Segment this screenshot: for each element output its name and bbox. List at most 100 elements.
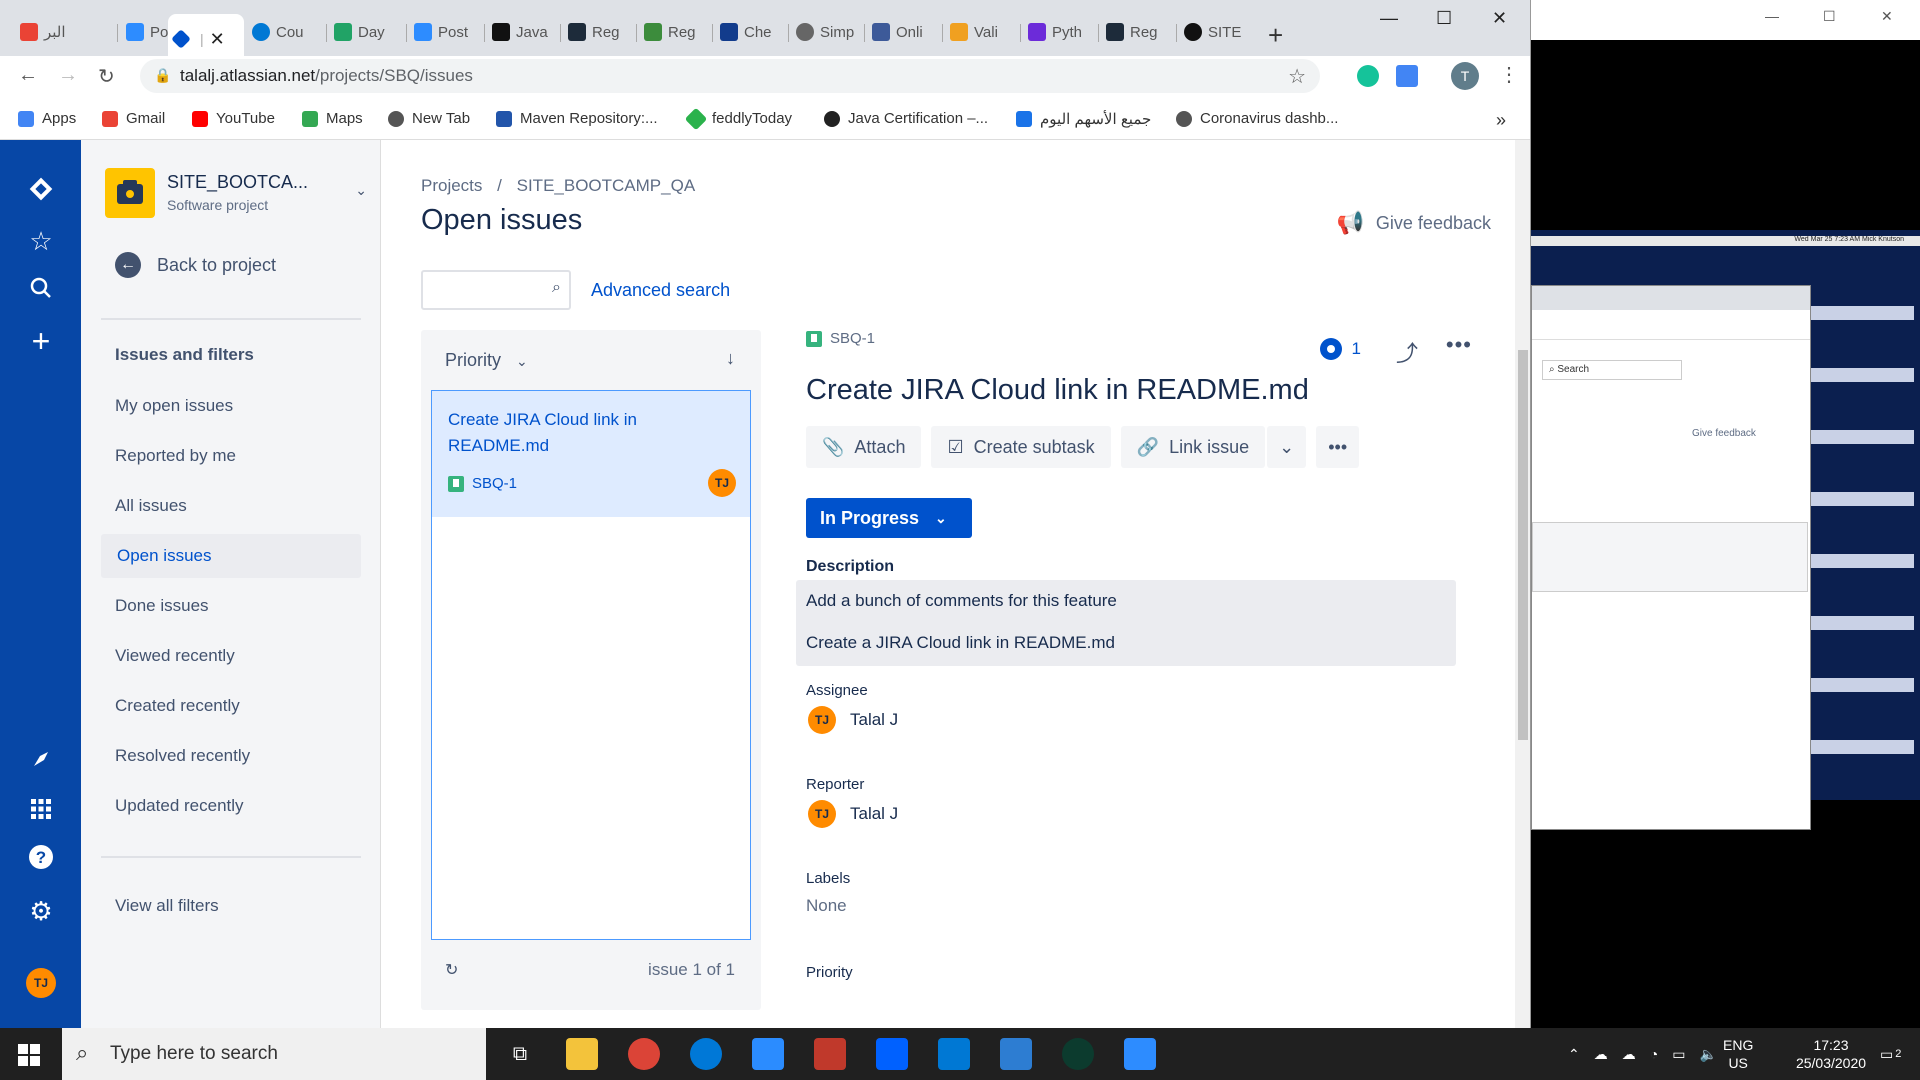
attach-button[interactable]: 📎 Attach [806, 426, 922, 468]
windows-start-icon[interactable] [18, 1044, 40, 1066]
tab-8[interactable]: Reg [562, 14, 638, 50]
create-subtask-button[interactable]: ☑ Create subtask [931, 426, 1111, 468]
link-issue-dropdown[interactable]: ⌄ [1267, 426, 1307, 468]
filter-reported-by-me[interactable]: Reported by me [115, 446, 236, 466]
cloud-icon[interactable]: ☁ [1594, 1046, 1608, 1063]
language-indicator[interactable]: ENG US [1723, 1028, 1753, 1080]
new-tab-icon[interactable]: + [1268, 20, 1283, 51]
settings-gear-icon[interactable]: ⚙ [24, 894, 58, 928]
tab-4[interactable]: Cou [246, 14, 326, 50]
chevron-up-icon[interactable]: ⌃ [1568, 1046, 1580, 1063]
help-icon[interactable]: ? [24, 844, 58, 878]
mail-icon[interactable] [938, 1038, 970, 1070]
filter-resolved-recently[interactable]: Resolved recently [115, 746, 250, 766]
tab-13[interactable]: Vali [944, 14, 1020, 50]
grammarly-icon[interactable] [1357, 65, 1379, 87]
filter-all-issues[interactable]: All issues [115, 496, 187, 516]
wifi-icon[interactable]: ◔ [1650, 1046, 1658, 1062]
scrollbar-thumb[interactable] [1518, 350, 1528, 740]
volume-icon[interactable]: 🔈 [1699, 1046, 1716, 1063]
status-dropdown[interactable]: In Progress ⌄ [806, 498, 972, 538]
file-explorer-icon[interactable] [566, 1038, 598, 1070]
star-icon[interactable]: ☆ [24, 224, 58, 258]
issue-key-link[interactable]: SBQ-1 [806, 330, 875, 347]
issue-card[interactable]: Create JIRA Cloud link in README.md SBQ-… [432, 391, 750, 517]
chevron-down-icon[interactable]: ⌄ [355, 182, 367, 199]
remote-search-input[interactable]: ⌕ Search [1542, 360, 1682, 380]
view-all-filters-link[interactable]: View all filters [115, 896, 219, 916]
more-issue-actions-button[interactable]: ••• [1316, 426, 1360, 468]
search-icon[interactable] [24, 274, 58, 308]
battery-icon[interactable]: ▭ [1672, 1046, 1685, 1063]
profile-avatar[interactable]: T [1451, 62, 1479, 90]
vscode-icon[interactable] [752, 1038, 784, 1070]
filter-my-open-issues[interactable]: My open issues [115, 396, 233, 416]
bookmark-feddly[interactable]: feddlyToday [684, 107, 792, 130]
zoom-icon[interactable] [1124, 1038, 1156, 1070]
share-icon[interactable]: ⤴ [1396, 336, 1418, 368]
rocket-icon[interactable] [24, 744, 58, 778]
assignee-field[interactable]: TJ Talal J [808, 706, 898, 734]
edge-icon[interactable] [690, 1038, 722, 1070]
sort-dropdown[interactable]: Priority ⌄ [445, 350, 528, 371]
project-header[interactable]: SITE_BOOTCA... Software project ⌄ [105, 168, 375, 218]
minimize-icon[interactable]: — [1765, 8, 1779, 24]
bookmark-gmail[interactable]: Gmail [102, 110, 165, 127]
close-window-icon[interactable]: ✕ [1881, 8, 1893, 25]
tab-14[interactable]: Pyth [1022, 14, 1098, 50]
minimize-icon[interactable]: — [1380, 8, 1398, 29]
breadcrumb-projects[interactable]: Projects [421, 176, 482, 195]
bookmark-java-cert[interactable]: Java Certification –... [824, 110, 988, 127]
chrome-icon[interactable] [628, 1038, 660, 1070]
watchers-button[interactable]: 1 [1319, 338, 1361, 360]
more-bookmarks[interactable]: » [1496, 110, 1506, 131]
onedrive-icon[interactable]: ☁ [1622, 1046, 1636, 1063]
description-field[interactable]: Add a bunch of comments for this feature… [796, 580, 1456, 666]
clock[interactable]: 17:23 25/03/2020 [1786, 1028, 1876, 1080]
bookmark-maven[interactable]: Maven Repository:... [496, 110, 658, 127]
create-plus-icon[interactable]: + [24, 324, 58, 358]
task-view-icon[interactable]: ⧉ [504, 1038, 536, 1070]
bookmark-maps[interactable]: Maps [302, 110, 363, 127]
remote-give-feedback[interactable]: Give feedback [1692, 428, 1756, 439]
filter-created-recently[interactable]: Created recently [115, 696, 240, 716]
tab-6[interactable]: Post [408, 14, 484, 50]
user-avatar[interactable]: TJ [26, 968, 56, 998]
issue-title[interactable]: Create JIRA Cloud link in README.md [806, 374, 1309, 407]
issue-search-input[interactable]: ⌕ [421, 270, 571, 310]
tab-15[interactable]: Reg [1100, 14, 1176, 50]
tab-10[interactable]: Che [714, 14, 790, 50]
give-feedback-button[interactable]: 📢 Give feedback [1337, 210, 1491, 236]
filter-open-issues[interactable]: Open issues [101, 534, 361, 578]
store-icon[interactable] [1000, 1038, 1032, 1070]
tab-12[interactable]: Onli [866, 14, 942, 50]
back-to-project-link[interactable]: ← Back to project [115, 252, 276, 278]
bookmark-youtube[interactable]: YouTube [192, 110, 275, 127]
translate-icon[interactable] [1396, 65, 1418, 87]
address-bar[interactable]: 🔒 talalj.atlassian.net/projects/SBQ/issu… [140, 59, 1320, 93]
star-icon[interactable]: ☆ [1288, 64, 1306, 89]
more-actions-icon[interactable]: ••• [1446, 332, 1472, 358]
kebab-menu-icon[interactable]: ⋮ [1499, 62, 1519, 87]
dropbox-icon[interactable] [876, 1038, 908, 1070]
app-icon[interactable] [1062, 1038, 1094, 1070]
tab-7[interactable]: Java [486, 14, 562, 50]
maximize-icon[interactable]: ☐ [1823, 8, 1836, 25]
jira-logo-icon[interactable] [24, 174, 58, 208]
bookmark-new-tab[interactable]: New Tab [388, 110, 470, 127]
tab-11[interactable]: Simp [790, 14, 866, 50]
close-window-icon[interactable]: ✕ [1492, 8, 1507, 29]
app-switcher-icon[interactable] [24, 794, 58, 828]
tab-9[interactable]: Reg [638, 14, 714, 50]
bookmark-apps[interactable]: Apps [18, 110, 76, 127]
tab-5[interactable]: Day [328, 14, 408, 50]
bookmark-arabic-stocks[interactable]: جميع الأسهم اليوم [1016, 110, 1151, 128]
link-issue-button[interactable]: 🔗 Link issue [1120, 426, 1266, 468]
bookmark-coronavirus[interactable]: Coronavirus dashb... [1176, 110, 1338, 127]
reload-icon[interactable]: ↻ [98, 64, 115, 89]
scrollbar[interactable] [1515, 140, 1530, 1028]
reporter-field[interactable]: TJ Talal J [808, 800, 898, 828]
labels-field[interactable]: None [806, 896, 847, 916]
maximize-icon[interactable]: ☐ [1436, 8, 1452, 29]
breadcrumb-project[interactable]: SITE_BOOTCAMP_QA [517, 176, 696, 195]
